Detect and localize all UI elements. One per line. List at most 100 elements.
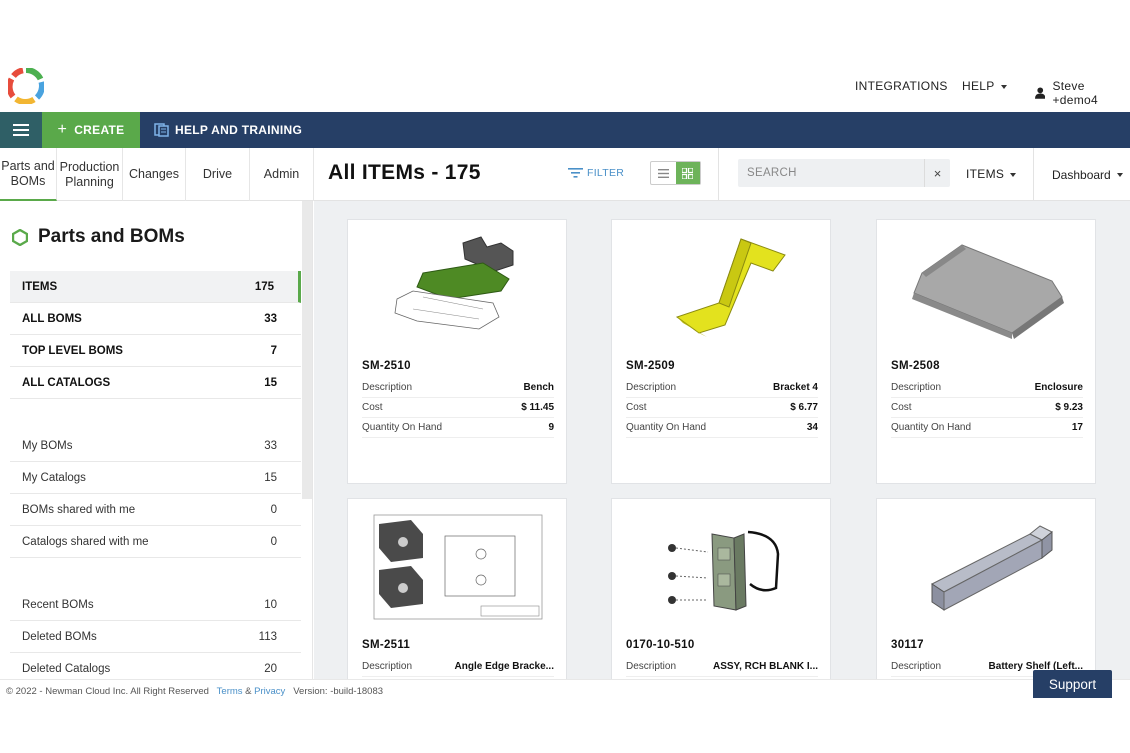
field-label: Cost xyxy=(626,402,647,413)
sidebar-item-deleted-boms[interactable]: Deleted BOMs 113 xyxy=(10,621,301,653)
user-name: Steve +demo4 xyxy=(1052,79,1098,107)
help-label: HELP xyxy=(962,79,995,93)
field-value: Enclosure xyxy=(1034,382,1083,393)
item-number: SM-2511 xyxy=(362,639,411,651)
field-value: 9 xyxy=(548,422,554,433)
terms-link[interactable]: Terms xyxy=(217,686,243,697)
hamburger-menu-button[interactable] xyxy=(0,112,42,148)
field-value: Angle Edge Bracke... xyxy=(454,661,554,672)
help-menu[interactable]: HELP xyxy=(962,79,1007,93)
sidebar-item-catalogs-shared[interactable]: Catalogs shared with me 0 xyxy=(10,526,301,558)
field-value: 17 xyxy=(1071,422,1083,433)
item-card[interactable]: SM-2510 Description Bench Cost $ 11.45 Qua… xyxy=(347,219,567,484)
support-button[interactable]: Support xyxy=(1033,670,1112,698)
item-description-row: Description ASSY, RCH BLANK I... xyxy=(626,657,818,677)
field-value: $ 6.77 xyxy=(790,402,818,413)
tab-drive[interactable]: Drive xyxy=(186,148,250,201)
sidebar-item-label: My BOMs xyxy=(22,439,73,452)
hexagon-icon xyxy=(12,228,28,246)
sidebar-item-recent-boms[interactable]: Recent BOMs 10 xyxy=(10,589,301,621)
search-input[interactable] xyxy=(738,159,924,187)
tab-label: Planning xyxy=(65,174,114,189)
dashboard-dropdown[interactable]: Dashboard xyxy=(1033,148,1130,201)
item-card[interactable]: 0170-10-510 Description ASSY, RCH BLANK I… xyxy=(611,498,831,679)
field-value: $ 9.23 xyxy=(1055,402,1083,413)
privacy-link[interactable]: Privacy xyxy=(254,686,285,697)
app-logo-icon[interactable] xyxy=(6,66,45,106)
item-card[interactable]: SM-2509 Description Bracket 4 Cost $ 6.77 … xyxy=(611,219,831,484)
field-label: Quantity On Hand xyxy=(891,422,972,433)
item-thumbnail xyxy=(348,499,568,634)
hamburger-icon xyxy=(13,124,29,136)
field-value: $ 11.45 xyxy=(521,402,554,413)
tab-admin[interactable]: Admin xyxy=(250,148,314,201)
sidebar-item-count: 15 xyxy=(264,471,277,484)
sidebar-item-count: 15 xyxy=(264,376,277,389)
footer-ampersand: & xyxy=(245,686,252,697)
item-number: SM-2509 xyxy=(626,360,675,372)
sidebar-item-label: Recent BOMs xyxy=(22,598,94,611)
tab-label: Production xyxy=(59,159,120,174)
sidebar-item-label: Deleted Catalogs xyxy=(22,662,111,675)
create-label: CREATE xyxy=(74,123,125,137)
tab-changes[interactable]: Changes xyxy=(123,148,186,201)
sidebar-item-count: 20 xyxy=(264,662,277,675)
sidebar-title: Parts and BOMs xyxy=(12,226,185,248)
sidebar-scrollbar[interactable] xyxy=(302,201,312,499)
filter-label: FILTER xyxy=(587,167,625,179)
sidebar-item-label: Catalogs shared with me xyxy=(22,535,149,548)
sidebar-item-label: TOP LEVEL BOMS xyxy=(22,344,123,357)
item-card[interactable]: 30117 Description Battery Shelf (Left... xyxy=(876,498,1096,679)
item-number: SM-2510 xyxy=(362,360,411,372)
tab-label: Drive xyxy=(202,167,233,181)
item-thumbnail xyxy=(612,499,832,634)
sidebar-item-deleted-catalogs[interactable]: Deleted Catalogs 20 xyxy=(10,653,301,679)
item-qty-row: Quantity On Hand 9 xyxy=(362,418,554,438)
item-description-row: Description Enclosure xyxy=(891,378,1083,398)
sidebar-item-label: BOMs shared with me xyxy=(22,503,136,516)
tab-production-planning[interactable]: Production Planning xyxy=(57,148,123,201)
sidebar-item-count: 7 xyxy=(270,344,277,357)
item-cost-row: Cost $ 11.45 xyxy=(362,398,554,418)
item-card[interactable]: SM-2511 Description Angle Edge Bracke... xyxy=(347,498,567,679)
sidebar-item-count: 0 xyxy=(270,535,277,548)
item-cost-row: Cost $ 6.77 xyxy=(626,398,818,418)
field-value: Bench xyxy=(523,382,554,393)
field-label: Quantity On Hand xyxy=(626,422,707,433)
filter-button[interactable]: FILTER xyxy=(568,167,624,179)
field-label: Cost xyxy=(891,402,912,413)
sidebar-item-count: 33 xyxy=(264,439,277,452)
field-label: Description xyxy=(626,382,677,393)
chevron-down-icon xyxy=(1000,84,1007,89)
item-description-row: Description Bracket 4 xyxy=(626,378,818,398)
dashboard-dropdown-label: Dashboard xyxy=(1052,167,1111,182)
sidebar-item-label: ALL CATALOGS xyxy=(22,376,111,389)
sidebar-item-all-boms[interactable]: ALL BOMS 33 xyxy=(10,303,301,335)
field-label: Description xyxy=(362,661,413,672)
sidebar-item-all-catalogs[interactable]: ALL CATALOGS 15 xyxy=(10,367,301,399)
sidebar-item-boms-shared[interactable]: BOMs shared with me 0 xyxy=(10,494,301,526)
sidebar-item-items[interactable]: ITEMS 175 xyxy=(10,271,301,303)
plus-icon: + xyxy=(57,121,68,138)
sidebar-item-label: My Catalogs xyxy=(22,471,86,484)
help-and-training-link[interactable]: HELP AND TRAINING xyxy=(154,112,302,148)
integrations-link[interactable]: INTEGRATIONS xyxy=(855,79,948,93)
grid-view-button[interactable] xyxy=(675,162,700,184)
items-type-dropdown[interactable]: ITEMS xyxy=(966,167,1017,181)
user-menu[interactable]: Steve +demo4 xyxy=(1035,79,1130,107)
sidebar-item-top-level-boms[interactable]: TOP LEVEL BOMS 7 xyxy=(10,335,301,367)
sidebar-item-my-boms[interactable]: My BOMs 33 xyxy=(10,430,301,462)
create-button[interactable]: + CREATE xyxy=(42,112,140,148)
tab-parts-and-boms[interactable]: Parts and BOMs xyxy=(0,148,57,201)
sidebar-item-my-catalogs[interactable]: My Catalogs 15 xyxy=(10,462,301,494)
item-number: SM-2508 xyxy=(891,360,940,372)
item-thumbnail xyxy=(877,220,1097,355)
item-card[interactable]: SM-2508 Description Enclosure Cost $ 9.23 … xyxy=(876,219,1096,484)
items-grid: SM-2510 Description Bench Cost $ 11.45 Qua… xyxy=(314,201,1130,679)
help-and-training-label: HELP AND TRAINING xyxy=(175,123,303,137)
tab-label: BOMs xyxy=(10,173,46,188)
field-value: 34 xyxy=(806,422,818,433)
list-view-button[interactable] xyxy=(651,162,676,184)
field-value: ASSY, RCH BLANK I... xyxy=(712,661,818,672)
clear-search-button[interactable]: × xyxy=(924,159,950,187)
